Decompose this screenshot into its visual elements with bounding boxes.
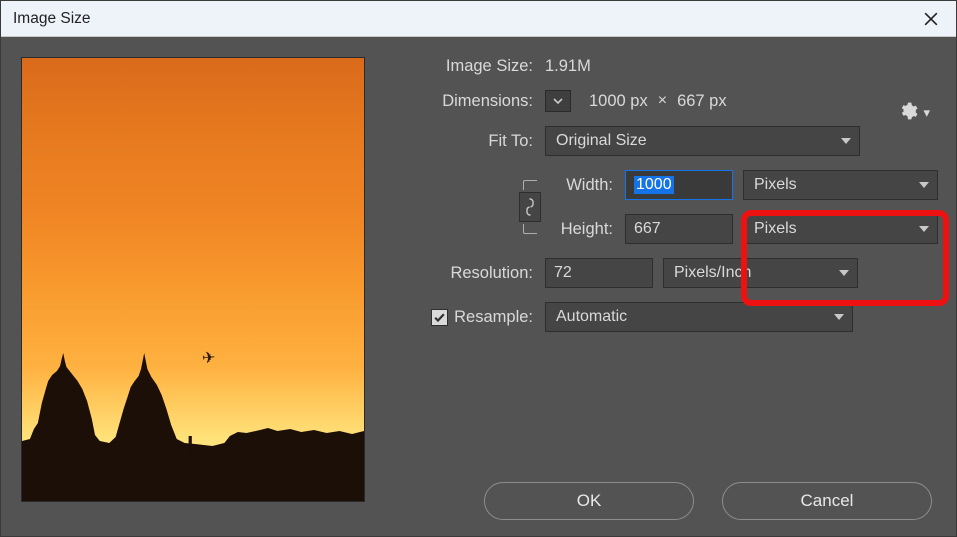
dimensions-unit-toggle[interactable] [545,90,571,112]
dimensions-height-value: 667 px [677,92,727,111]
width-unit-value: Pixels [754,176,797,194]
resample-checkbox[interactable] [431,309,448,326]
width-value: 1000 [634,176,674,194]
resolution-input[interactable] [545,258,653,288]
resample-label: Resample: [454,308,533,327]
height-label: Height: [547,220,625,239]
chevron-down-icon [552,95,564,107]
width-unit-select[interactable]: Pixels [743,170,938,200]
dimensions-label: Dimensions: [385,92,545,111]
multiply-icon: × [658,92,667,110]
close-icon [924,12,938,26]
titlebar: Image Size [1,1,956,37]
image-size-label: Image Size: [385,57,545,76]
image-preview: ✈ [21,57,365,502]
cancel-button[interactable]: Cancel [722,482,932,520]
resample-select[interactable]: Automatic [545,302,853,332]
height-unit-select[interactable]: Pixels [743,214,938,244]
check-icon [433,311,446,324]
image-size-dialog: Image Size ✈ Image Size: 1.91M [0,0,957,537]
link-icon [525,198,535,216]
fit-to-select[interactable]: Original Size [545,126,860,156]
close-button[interactable] [908,2,954,36]
height-input[interactable] [625,214,733,244]
height-unit-value: Pixels [754,220,797,238]
resolution-unit-select[interactable]: Pixels/Inch [663,258,858,288]
width-input[interactable]: 1000 [625,170,733,200]
window-title: Image Size [13,10,91,28]
fit-to-label: Fit To: [385,132,545,151]
fit-to-value: Original Size [556,132,647,150]
width-label: Width: [547,176,625,195]
resolution-label: Resolution: [385,264,545,283]
image-size-value: 1.91M [545,57,591,76]
gear-icon [898,101,918,121]
settings-panel: Image Size: 1.91M ▾ Dimensions: 1000 px … [385,57,938,520]
constrain-proportions-button[interactable] [519,192,541,222]
dimensions-width-value: 1000 px [589,92,648,111]
settings-gear-button[interactable]: ▾ [898,101,930,126]
ok-button[interactable]: OK [484,482,694,520]
resolution-unit-value: Pixels/Inch [674,264,751,282]
resample-value: Automatic [556,308,627,326]
